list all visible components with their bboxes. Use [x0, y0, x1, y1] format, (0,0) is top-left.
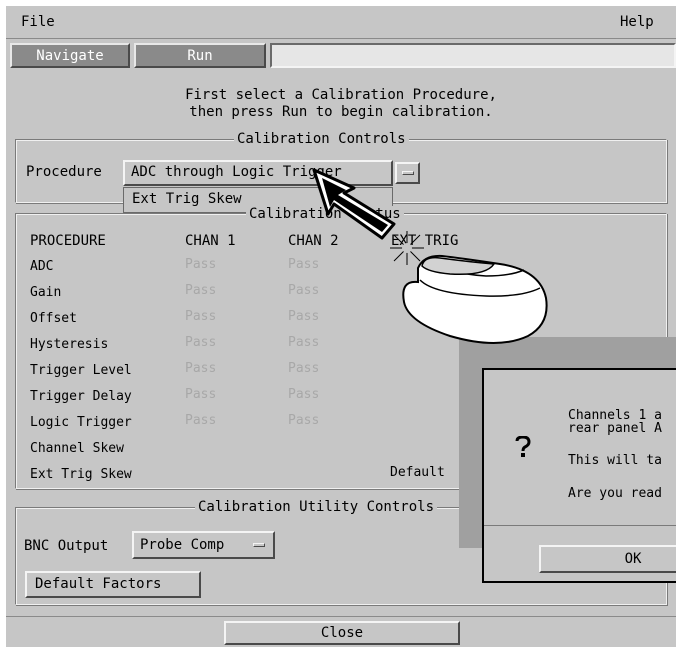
- dialog-line-4: Are you read: [568, 486, 662, 501]
- row-chan1: Pass: [185, 387, 217, 402]
- close-bar: Close: [6, 616, 676, 647]
- row-procedure: Ext Trig Skew: [30, 467, 132, 482]
- confirm-dialog: Channels 1 a rear panel A This will ta A…: [482, 368, 676, 583]
- procedure-label: Procedure: [26, 164, 102, 180]
- ok-button[interactable]: OK: [539, 545, 676, 573]
- row-chan2: Pass: [288, 387, 320, 402]
- row-procedure: Trigger Level: [30, 363, 132, 378]
- default-factors-button[interactable]: Default Factors: [25, 571, 201, 598]
- menu-bar: File Help: [6, 6, 676, 39]
- ok-label: OK: [624, 551, 642, 567]
- row-procedure: ADC: [30, 259, 54, 274]
- row-chan2: Pass: [288, 309, 320, 324]
- row-chan1: Pass: [185, 283, 217, 298]
- pointer-arrow-icon: [312, 168, 396, 240]
- tab-status-field: [270, 43, 676, 68]
- row-procedure: Offset: [30, 311, 77, 326]
- row-chan2: Pass: [288, 257, 320, 272]
- header-chan1: CHAN 1: [185, 233, 236, 249]
- row-chan2: Pass: [288, 283, 320, 298]
- tab-run[interactable]: Run: [134, 43, 266, 68]
- question-icon: [515, 436, 531, 457]
- dialog-line-2: rear panel A: [568, 421, 662, 436]
- calibration-controls-title: Calibration Controls: [234, 131, 409, 147]
- row-chan2: Pass: [288, 413, 320, 428]
- dialog-divider: [484, 525, 676, 526]
- row-procedure: Hysteresis: [30, 337, 109, 352]
- utility-controls-title: Calibration Utility Controls: [195, 499, 438, 515]
- row-chan1: Pass: [185, 361, 217, 376]
- row-chan2: Pass: [288, 361, 320, 376]
- calibration-window: File Help Navigate Run First select a Ca…: [6, 6, 676, 647]
- row-procedure: Trigger Delay: [30, 389, 132, 404]
- row-chan1: Pass: [185, 309, 217, 324]
- instruction-line-1: First select a Calibration Procedure,: [185, 87, 497, 103]
- help-menu[interactable]: Help: [620, 14, 654, 30]
- option-indicator-icon: [253, 543, 265, 547]
- row-procedure: Logic Trigger: [30, 415, 132, 430]
- header-procedure: PROCEDURE: [30, 233, 106, 249]
- bnc-output-value: Probe Comp: [140, 537, 225, 553]
- row-chan1: Pass: [185, 413, 217, 428]
- row-procedure: Gain: [30, 285, 62, 300]
- dropdown-option-label: Ext Trig Skew: [132, 191, 242, 207]
- row-chan1: Pass: [185, 335, 217, 350]
- row-chan2: Pass: [288, 335, 320, 350]
- row-procedure: Channel Skew: [30, 441, 124, 456]
- row-chan1: Pass: [185, 257, 217, 272]
- bnc-output-label: BNC Output: [24, 538, 109, 554]
- ext-trig-default-value: Default: [390, 465, 445, 480]
- default-factors-label: Default Factors: [35, 576, 162, 592]
- bnc-output-select[interactable]: Probe Comp: [132, 531, 275, 559]
- close-label: Close: [320, 625, 364, 641]
- file-menu[interactable]: File: [21, 14, 55, 30]
- dialog-line-3: This will ta: [568, 453, 662, 468]
- close-button[interactable]: Close: [224, 621, 460, 645]
- tab-navigate[interactable]: Navigate: [10, 43, 130, 68]
- instruction-line-2: then press Run to begin calibration.: [189, 104, 493, 120]
